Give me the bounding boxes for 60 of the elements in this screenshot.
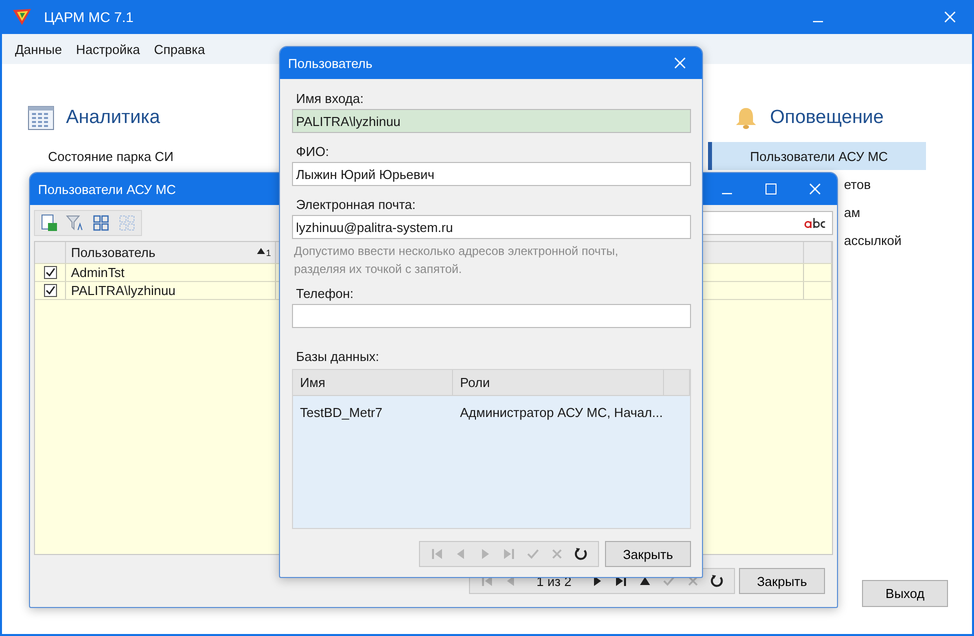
triangle-up-icon [639,575,651,587]
menu-item[interactable]: Настройка [68,42,147,56]
refresh-icon [574,547,588,561]
input-field[interactable]: lyzhinuu@palitra-system.ru [292,215,691,239]
column-header[interactable]: Пользователь 1 [66,242,276,263]
close-icon [944,11,956,23]
spellcheck-icon [804,217,828,229]
sort-ascending-icon [256,248,265,254]
close-button[interactable]: Закрыть [739,568,825,594]
table-cell-text: Администратор АСУ МС, Начал... [459,404,664,420]
section-link[interactable]: етов [844,170,871,198]
maximize-icon [765,183,777,195]
logo-icon [12,8,32,26]
input-field[interactable]: Лыжин Юрий Юрьевич [292,162,691,186]
next-icon [479,548,491,560]
input-field[interactable]: PALITRA\lyzhinuu [292,109,691,133]
section-link[interactable]: Состояние парка СИ [48,142,174,170]
cancel-icon [551,548,563,560]
field-label: Базы данных: [296,349,380,365]
window-title: ЦАРМ МС 7.1 [44,9,135,25]
section-title: Оповещение [770,107,884,129]
section-link[interactable]: ам [844,198,860,226]
cancel-icon [687,575,699,587]
table-icon [28,106,54,130]
check-icon [663,575,675,587]
section-link[interactable]: Пользователи АСУ МС [708,142,926,170]
column-header[interactable]: Роли [453,370,664,395]
window-title: Пользователь [288,56,374,70]
close-button[interactable]: Закрыть [605,541,691,567]
window-title: Пользователи АСУ МС [38,182,177,196]
previous-icon [505,575,517,587]
field-label: Имя входа: [296,91,365,107]
previous-icon [455,548,467,560]
section-link[interactable]: ассылкой [844,226,902,254]
field-label: Телефон: [296,286,355,302]
close-icon [809,183,821,195]
next-icon [591,575,603,587]
field-label: ФИО: [296,144,330,160]
close-icon [674,57,686,69]
check-icon [527,548,539,560]
menu-item[interactable]: Данные [8,42,69,56]
field-hint: Допустимо ввести несколько адресов электронной почты, разделяя их точкой с запятой. [294,243,620,278]
field-label: Электронная почта: [296,197,417,213]
bell-icon [734,106,758,130]
minimize-icon [812,21,824,23]
table-cell: AdminTst [66,264,276,281]
section-title: Аналитика [66,107,160,129]
table-cell: PALITRA\lyzhinuu [66,282,276,299]
menu-item[interactable]: Справка [146,42,212,56]
minimize-icon [721,193,733,195]
refresh-icon [710,574,724,588]
last-page-icon [503,548,515,560]
sort-order: 1 [266,248,271,258]
column-header[interactable]: Имя [293,370,453,395]
input-field[interactable] [292,304,691,328]
table-cell-text: TestBD_Metr7 [299,404,384,420]
first-page-icon [431,548,443,560]
exit-button[interactable]: Выход [862,580,948,607]
row-checkbox[interactable] [44,284,57,297]
row-checkbox[interactable] [44,266,57,279]
